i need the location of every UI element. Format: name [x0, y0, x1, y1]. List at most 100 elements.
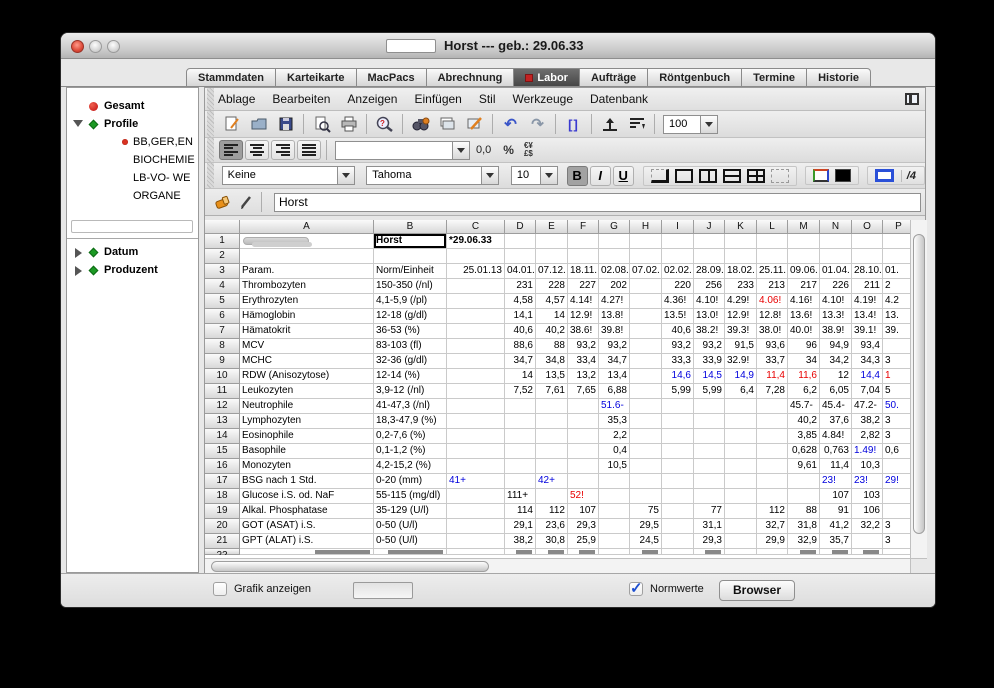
cell-O4[interactable]: 211	[852, 279, 883, 294]
cell-D13[interactable]	[505, 414, 536, 429]
cell-I3[interactable]: 02.02.	[662, 264, 694, 279]
cell-O10[interactable]: 14,4	[852, 369, 883, 384]
border-box-icon[interactable]	[675, 169, 693, 183]
cell-G12[interactable]: 51.6-	[599, 399, 630, 414]
border-horizontal-icon[interactable]	[723, 169, 741, 183]
cell-O16[interactable]: 10,3	[852, 459, 883, 474]
cell-C3[interactable]: 25.01.13	[447, 264, 505, 279]
disclosure-triangle-icon[interactable]	[75, 248, 82, 258]
underline-button[interactable]: U	[613, 166, 634, 186]
cell-O9[interactable]: 34,3	[852, 354, 883, 369]
cell-E13[interactable]	[536, 414, 568, 429]
cell-I20[interactable]	[662, 519, 694, 534]
cell-O11[interactable]: 7,04	[852, 384, 883, 399]
cell-F15[interactable]	[568, 444, 599, 459]
cell-L20[interactable]: 32,7	[757, 519, 788, 534]
align-center-button[interactable]	[245, 140, 269, 160]
cell-B2[interactable]	[374, 249, 447, 264]
tab-termine[interactable]: Termine	[742, 68, 807, 87]
column-header-L[interactable]: L	[757, 220, 788, 234]
drag-grip[interactable]	[207, 163, 214, 188]
cell-O14[interactable]: 2,82	[852, 429, 883, 444]
cell-K3[interactable]: 18.02.	[725, 264, 757, 279]
row-header-14[interactable]: 14	[205, 429, 240, 444]
cell-J13[interactable]	[694, 414, 725, 429]
zoom-button[interactable]	[107, 40, 120, 53]
cell-E19[interactable]: 112	[536, 504, 568, 519]
cell-P8[interactable]	[883, 339, 910, 354]
cell-I16[interactable]	[662, 459, 694, 474]
italic-button[interactable]: I	[590, 166, 611, 186]
number-format-select[interactable]	[335, 141, 470, 160]
cell-O8[interactable]: 93,4	[852, 339, 883, 354]
cell-F19[interactable]: 107	[568, 504, 599, 519]
cell-N11[interactable]: 6,05	[820, 384, 852, 399]
cell-L4[interactable]: 213	[757, 279, 788, 294]
cell-A2[interactable]	[240, 249, 374, 264]
cell-M3[interactable]: 09.06.	[788, 264, 820, 279]
decimal-format-button[interactable]: 0,0	[476, 144, 491, 156]
cell-P9[interactable]: 3	[883, 354, 910, 369]
column-header-P[interactable]: P	[883, 220, 910, 234]
cell-G14[interactable]: 2,2	[599, 429, 630, 444]
row-header-20[interactable]: 20	[205, 519, 240, 534]
cell-P14[interactable]: 3	[883, 429, 910, 444]
cell-H18[interactable]	[630, 489, 662, 504]
cell-F20[interactable]: 29,3	[568, 519, 599, 534]
cell-J4[interactable]: 256	[694, 279, 725, 294]
align-right-button[interactable]	[271, 140, 295, 160]
row-header-1[interactable]: 1	[205, 234, 240, 249]
cell-P3[interactable]: 01.	[883, 264, 910, 279]
find-button[interactable]	[408, 113, 433, 135]
currency-format-button[interactable]: €¥£$	[524, 142, 533, 158]
cell-H17[interactable]	[630, 474, 662, 489]
cell-F10[interactable]: 13,2	[568, 369, 599, 384]
cell-D10[interactable]: 14	[505, 369, 536, 384]
column-header-M[interactable]: M	[788, 220, 820, 234]
cell-K16[interactable]	[725, 459, 757, 474]
cell-G18[interactable]	[599, 489, 630, 504]
cell-L12[interactable]	[757, 399, 788, 414]
cell-B8[interactable]: 83-103 (fl)	[374, 339, 447, 354]
cell-M18[interactable]	[788, 489, 820, 504]
font-select[interactable]: Tahoma	[366, 166, 499, 185]
grafik-anzeigen-checkbox[interactable]	[213, 582, 227, 596]
column-header-K[interactable]: K	[725, 220, 757, 234]
menu-anzeigen[interactable]: Anzeigen	[347, 92, 397, 106]
cell-A17[interactable]: BSG nach 1 Std.	[240, 474, 374, 489]
cell-L10[interactable]: 11,4	[757, 369, 788, 384]
cell-M13[interactable]: 40,2	[788, 414, 820, 429]
cell-I1[interactable]	[662, 234, 694, 249]
row-header-7[interactable]: 7	[205, 324, 240, 339]
cell-K13[interactable]	[725, 414, 757, 429]
cell-P10[interactable]: 1	[883, 369, 910, 384]
cell-F16[interactable]	[568, 459, 599, 474]
cell-A20[interactable]: GOT (ASAT) i.S.	[240, 519, 374, 534]
cell-P13[interactable]: 3	[883, 414, 910, 429]
disclosure-triangle-icon[interactable]	[73, 120, 83, 127]
cell-L18[interactable]	[757, 489, 788, 504]
cell-C6[interactable]	[447, 309, 505, 324]
cell-N12[interactable]: 45.4-	[820, 399, 852, 414]
cell-L7[interactable]: 38.0!	[757, 324, 788, 339]
cell-L16[interactable]	[757, 459, 788, 474]
cell-L9[interactable]: 33,7	[757, 354, 788, 369]
cell-P17[interactable]: 29!	[883, 474, 910, 489]
column-header-F[interactable]: F	[568, 220, 599, 234]
cell-G9[interactable]: 34,7	[599, 354, 630, 369]
cell-L14[interactable]	[757, 429, 788, 444]
cell-K21[interactable]	[725, 534, 757, 549]
cell-E21[interactable]: 30,8	[536, 534, 568, 549]
cell-B6[interactable]: 12-18 (g/dl)	[374, 309, 447, 324]
style-select[interactable]: Keine	[222, 166, 355, 185]
zoom-level-select[interactable]: 100	[663, 115, 718, 134]
cell-F6[interactable]: 12.9!	[568, 309, 599, 324]
search-button[interactable]: ?	[372, 113, 397, 135]
cell-I6[interactable]: 13.5!	[662, 309, 694, 324]
cell-E17[interactable]: 42+	[536, 474, 568, 489]
sidebar-item-biochemie[interactable]: BIOCHEMIE	[67, 152, 198, 168]
row-header-9[interactable]: 9	[205, 354, 240, 369]
cell-A3[interactable]: Param.	[240, 264, 374, 279]
vertical-scrollbar[interactable]	[910, 220, 927, 558]
cell-P11[interactable]: 5	[883, 384, 910, 399]
